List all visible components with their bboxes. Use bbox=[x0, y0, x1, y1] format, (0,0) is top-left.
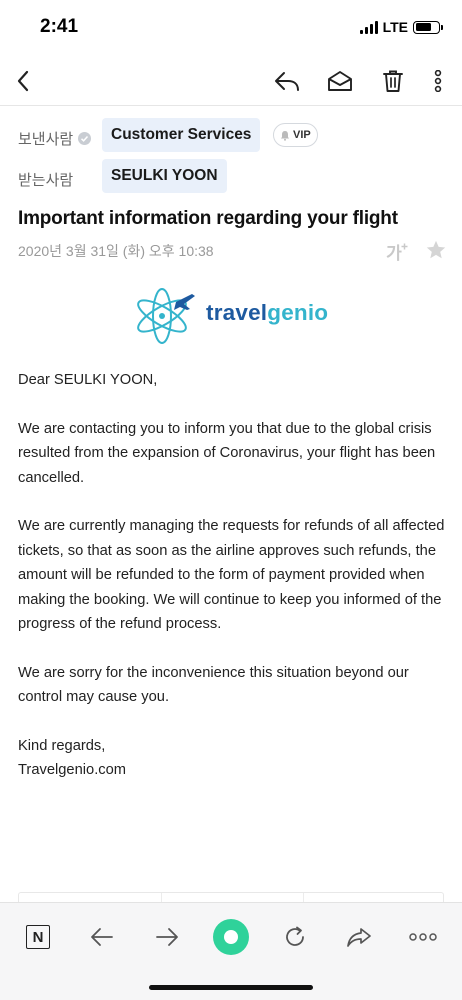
home-indicator bbox=[149, 985, 313, 990]
refresh-icon bbox=[286, 926, 304, 946]
logo-wordmark: travelgenio bbox=[206, 300, 328, 326]
vip-button[interactable]: VIP bbox=[273, 123, 318, 147]
status-bar: 2:41 LTE bbox=[0, 0, 462, 56]
status-time: 2:41 bbox=[40, 16, 79, 37]
mail-subject: Important information regarding your fli… bbox=[18, 208, 398, 229]
plus-icon bbox=[401, 243, 408, 249]
mail-date: 2020년 3월 31일 (화) 오후 10:38 bbox=[18, 243, 214, 259]
font-size-label: 가 bbox=[386, 243, 402, 263]
mail-toolbar bbox=[0, 56, 462, 106]
atom-plane-icon bbox=[137, 288, 195, 344]
recipient-chip[interactable]: SEULKI YOON bbox=[102, 159, 227, 193]
mark-read-button[interactable] bbox=[323, 64, 357, 98]
network-label: LTE bbox=[382, 19, 408, 35]
arrow-left-icon bbox=[91, 928, 113, 946]
recipient-row: 받는사람 SEULKI YOON bbox=[0, 159, 462, 199]
back-button[interactable] bbox=[6, 64, 40, 98]
star-button[interactable] bbox=[422, 236, 450, 264]
body-signature: Travelgenio.com bbox=[18, 762, 127, 779]
star-icon bbox=[426, 240, 446, 259]
green-home-button[interactable] bbox=[211, 917, 251, 957]
status-indicators: LTE bbox=[359, 19, 443, 35]
sender-chip[interactable]: Customer Services bbox=[102, 118, 261, 152]
battery-icon bbox=[413, 20, 443, 34]
sender-label-wrap: 보낸사람 bbox=[18, 128, 92, 149]
nav-forward-button[interactable] bbox=[147, 917, 187, 957]
naver-home-button[interactable]: N bbox=[18, 917, 58, 957]
travelgenio-logo: travelgenio bbox=[132, 282, 332, 348]
refresh-button[interactable] bbox=[275, 917, 315, 957]
reply-button[interactable] bbox=[270, 64, 304, 98]
reply-icon bbox=[275, 72, 299, 91]
vip-label: VIP bbox=[293, 129, 311, 141]
more-horizontal-icon bbox=[409, 933, 437, 941]
share-arrow-icon bbox=[347, 928, 371, 947]
mail-body: Dear SEULKI YOON, We are contacting you … bbox=[18, 368, 448, 783]
n-logo-icon: N bbox=[26, 925, 50, 949]
body-closing: Kind regards, bbox=[18, 738, 106, 755]
open-envelope-icon bbox=[328, 71, 352, 91]
green-dot-icon bbox=[213, 919, 249, 955]
trash-icon bbox=[383, 70, 403, 92]
body-greeting: Dear SEULKI YOON, bbox=[18, 372, 158, 388]
recipient-label: 받는사람 bbox=[18, 172, 74, 189]
signal-icon bbox=[359, 20, 378, 34]
verified-icon bbox=[78, 132, 92, 145]
logo-word-travel: travel bbox=[206, 300, 268, 325]
body-paragraph-3: We are sorry for the inconvenience this … bbox=[18, 664, 409, 706]
body-paragraph-2: We are currently managing the requests f… bbox=[18, 518, 445, 633]
nav-back-button[interactable] bbox=[82, 917, 122, 957]
sender-label: 보낸사람 bbox=[18, 131, 74, 148]
delete-button[interactable] bbox=[376, 64, 410, 98]
bell-icon bbox=[281, 130, 289, 141]
more-menu-button[interactable] bbox=[403, 917, 443, 957]
body-paragraph-1: We are contacting you to inform you that… bbox=[18, 420, 436, 486]
more-button[interactable] bbox=[421, 64, 455, 98]
sender-row: 보낸사람 Customer Services VIP bbox=[0, 118, 462, 158]
logo-word-genio: genio bbox=[267, 300, 329, 325]
share-button[interactable] bbox=[339, 917, 379, 957]
arrow-right-icon bbox=[156, 928, 178, 946]
chevron-left-icon bbox=[17, 70, 29, 92]
more-vertical-icon bbox=[434, 70, 442, 92]
font-size-button[interactable]: 가 bbox=[384, 238, 410, 264]
